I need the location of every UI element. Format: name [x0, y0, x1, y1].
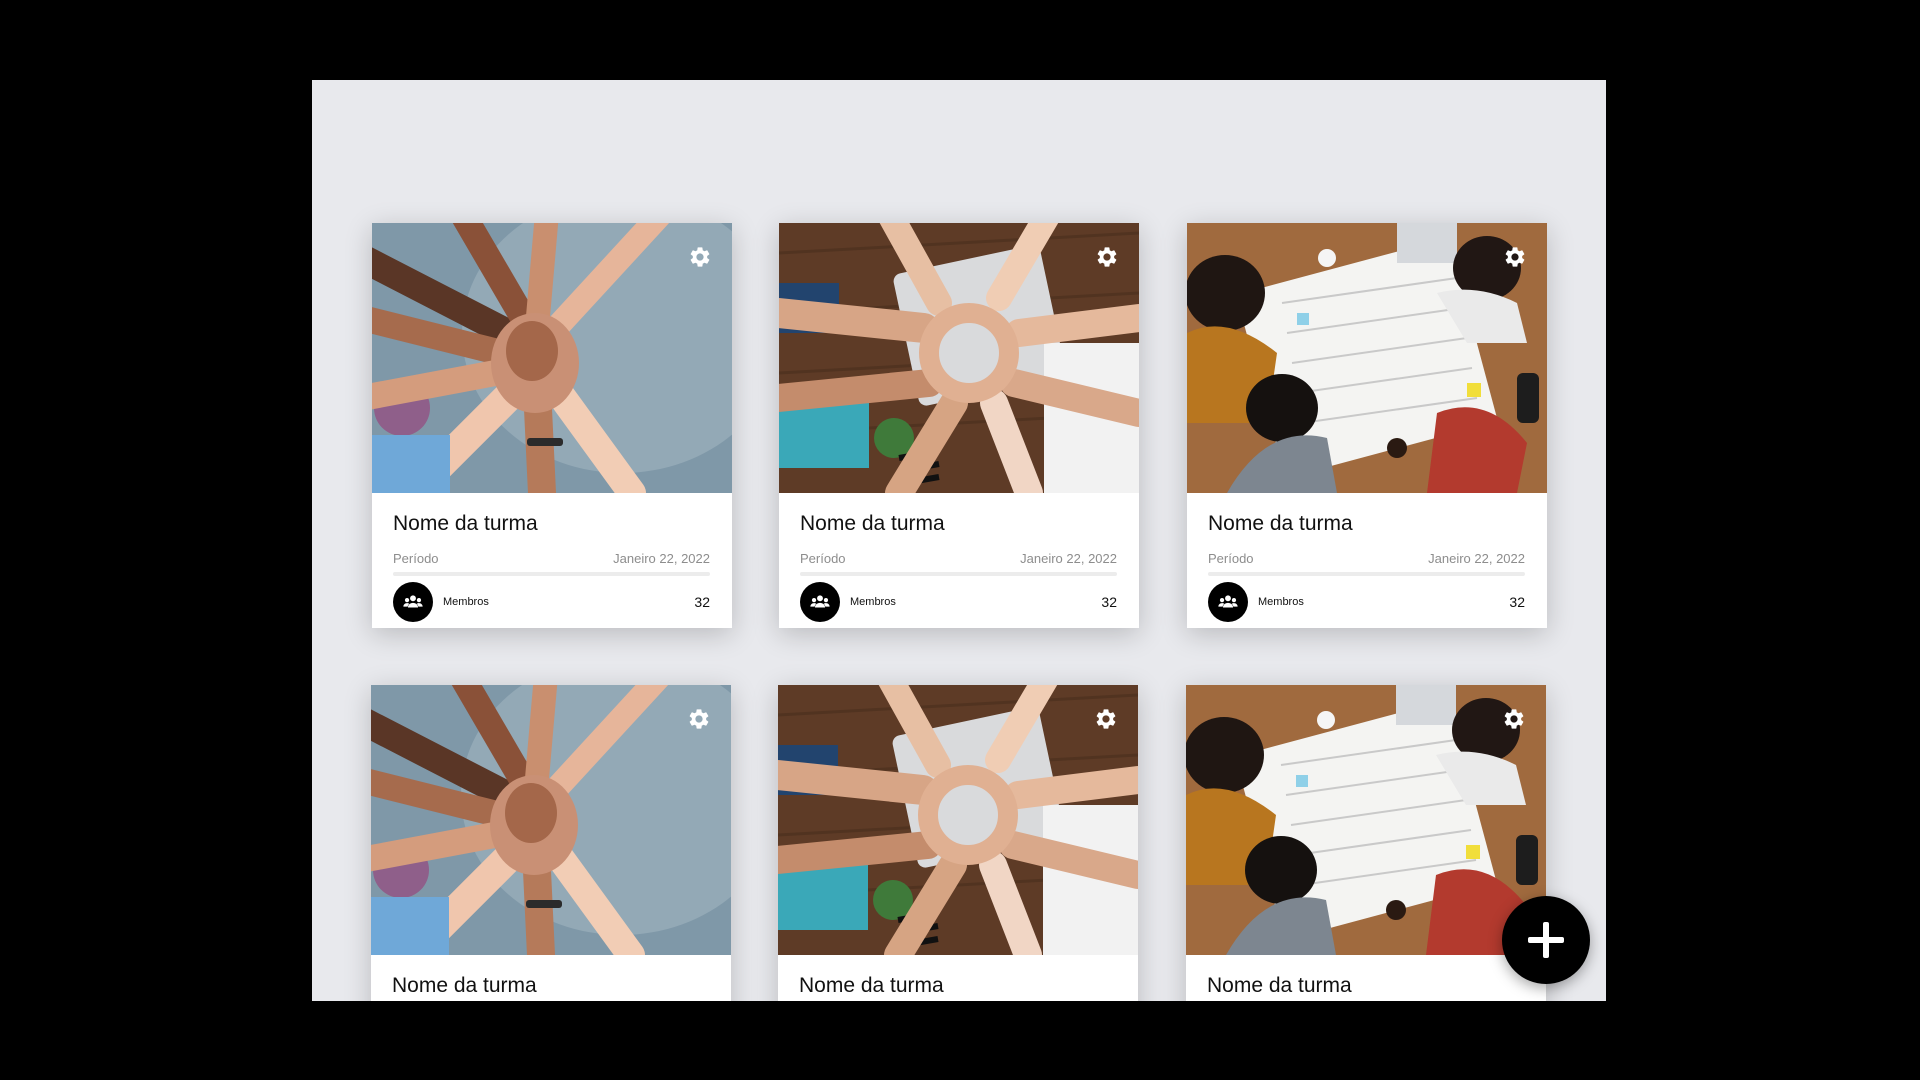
hands-stacked-photo: [372, 223, 732, 493]
plus-icon: [1528, 922, 1564, 958]
members-count: 32: [1101, 594, 1117, 610]
fist-circle-photo: [779, 223, 1139, 493]
period-divider: [1208, 572, 1525, 576]
card-title: Nome da turma: [1207, 974, 1352, 997]
period-label: Período: [1208, 551, 1254, 566]
class-card[interactable]: Nome da turma: [371, 685, 731, 1001]
members-count: 32: [694, 594, 710, 610]
period-date: Janeiro 22, 2022: [1020, 551, 1117, 566]
class-card[interactable]: Nome da turma Período Janeiro 22, 2022 M…: [372, 223, 732, 628]
group-icon: [1208, 582, 1248, 622]
members-label: Membros: [850, 596, 896, 608]
group-icon: [800, 582, 840, 622]
class-card[interactable]: Nome da turma: [778, 685, 1138, 1001]
card-title: Nome da turma: [392, 974, 537, 997]
team-meeting-photo: [1186, 685, 1546, 955]
team-meeting-photo: [1187, 223, 1547, 493]
fist-circle-photo: [778, 685, 1138, 955]
period-divider: [800, 572, 1117, 576]
period-date: Janeiro 22, 2022: [1428, 551, 1525, 566]
hands-stacked-photo: [371, 685, 731, 955]
add-class-button[interactable]: [1502, 896, 1590, 984]
card-title: Nome da turma: [393, 512, 538, 535]
period-label: Período: [393, 551, 439, 566]
class-card[interactable]: Nome da turma: [1186, 685, 1546, 1001]
gear-icon[interactable]: [1503, 245, 1527, 269]
class-card[interactable]: Nome da turma Período Janeiro 22, 2022 M…: [1187, 223, 1547, 628]
card-title: Nome da turma: [800, 512, 945, 535]
class-card[interactable]: Nome da turma Período Janeiro 22, 2022 M…: [779, 223, 1139, 628]
members-count: 32: [1509, 594, 1525, 610]
gear-icon[interactable]: [687, 707, 711, 731]
period-divider: [393, 572, 710, 576]
members-label: Membros: [443, 596, 489, 608]
card-title: Nome da turma: [1208, 512, 1353, 535]
period-date: Janeiro 22, 2022: [613, 551, 710, 566]
members-label: Membros: [1258, 596, 1304, 608]
class-grid-panel: Nome da turma Período Janeiro 22, 2022 M…: [312, 80, 1606, 1001]
group-icon: [393, 582, 433, 622]
gear-icon[interactable]: [1094, 707, 1118, 731]
gear-icon[interactable]: [1502, 707, 1526, 731]
gear-icon[interactable]: [1095, 245, 1119, 269]
gear-icon[interactable]: [688, 245, 712, 269]
period-label: Período: [800, 551, 846, 566]
card-title: Nome da turma: [799, 974, 944, 997]
